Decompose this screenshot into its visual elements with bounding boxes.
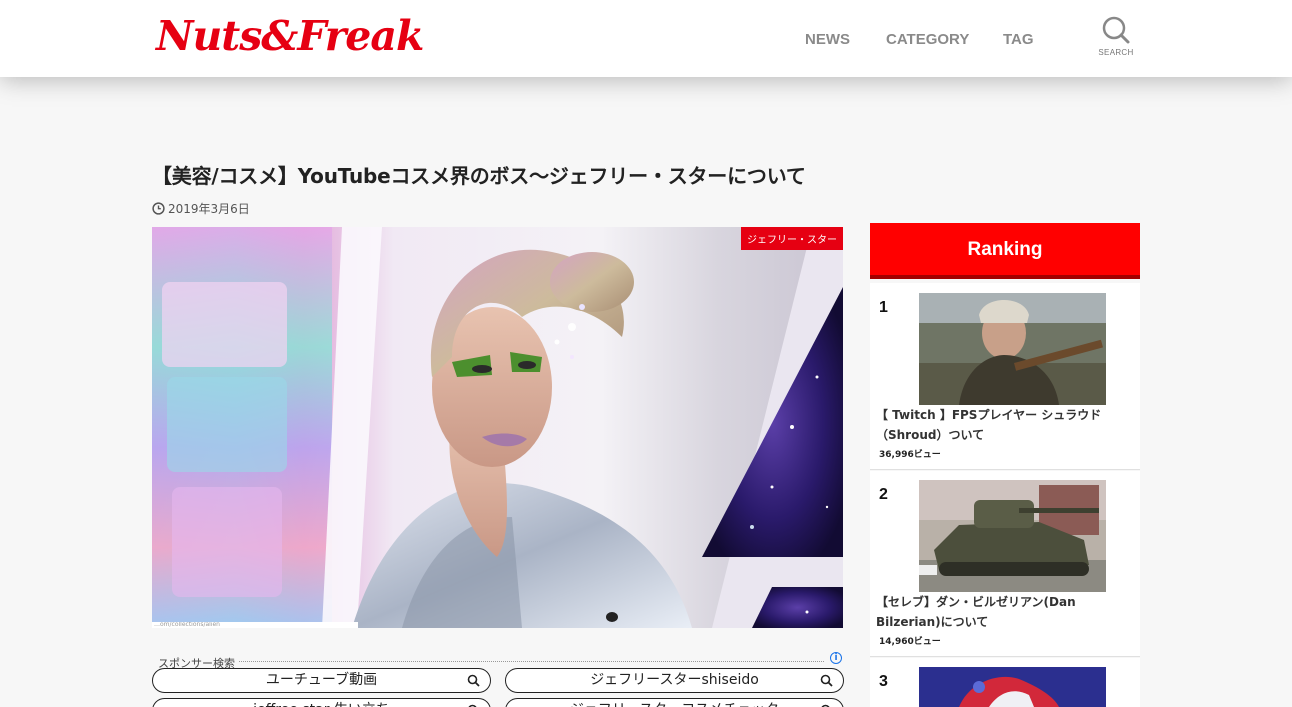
image-caption: …om/collections/alien (152, 622, 358, 628)
rank-number: 2 (879, 486, 888, 503)
ranking-item-1[interactable]: 1 【 Twitch 】FPSプレイヤー シュラウド（Shroud）ついて 36… (870, 283, 1140, 470)
ranking-title-2[interactable]: 【セレブ】ダン・ビルゼリアン(Dan Bilzerian)について (876, 592, 1138, 632)
sponsor-search-2[interactable]: ジェフリースターshiseido (505, 668, 844, 693)
search-button[interactable]: SEARCH (1094, 16, 1138, 64)
site-logo[interactable]: Nuts&Freak (156, 12, 424, 60)
info-icon[interactable]: i (830, 652, 842, 664)
sponsor-search-label: ジェフリースターコスメチェック (570, 699, 779, 707)
article-date: 2019年3月6日 (152, 200, 250, 217)
nav-tag[interactable]: TAG (1003, 31, 1034, 48)
ranking-thumbnail-1[interactable] (919, 293, 1106, 405)
search-icon (1102, 16, 1130, 44)
article-date-text: 2019年3月6日 (168, 202, 250, 216)
ranking-item-2[interactable]: 2 【セレブ】ダン・ビルゼリアン(Dan Bilzerian)について 14,9… (870, 471, 1140, 657)
search-label: SEARCH (1098, 48, 1134, 57)
nav-news[interactable]: NEWS (805, 31, 850, 48)
ranking-thumbnail-2[interactable] (919, 480, 1106, 592)
ranking-title-1[interactable]: 【 Twitch 】FPSプレイヤー シュラウド（Shroud）ついて (876, 405, 1138, 445)
sponsor-search-label: ジェフリースターshiseido (590, 672, 759, 688)
article-hero-image: ジェフリー・スター …om/collections/alien (152, 227, 843, 628)
clock-icon (152, 202, 165, 215)
rank-number: 3 (879, 673, 888, 690)
article-title: 【美容/コスメ】YouTubeコスメ界のボス〜ジェフリー・スターについて (152, 164, 806, 188)
site-header: Nuts&Freak NEWS CATEGORY TAG SEARCH (0, 0, 1292, 77)
ranking-item-3[interactable]: 3 (870, 658, 1140, 707)
sponsor-search-1[interactable]: ユーチューブ動画 (152, 668, 491, 693)
search-icon (820, 674, 833, 687)
sponsor-search-3[interactable]: jeffree star 生い立ち (152, 698, 491, 707)
category-badge[interactable]: ジェフリー・スター (741, 227, 843, 250)
ranking-views-1: 36,996ビュー (879, 450, 941, 460)
ranking-views-2: 14,960ビュー (879, 637, 941, 647)
sponsor-divider (238, 661, 824, 662)
search-icon (467, 674, 480, 687)
rank-number: 1 (879, 299, 888, 316)
sponsor-search-label: jeffree star 生い立ち (253, 699, 390, 707)
ranking-thumbnail-3[interactable] (919, 667, 1106, 707)
ranking-heading: Ranking (870, 223, 1140, 279)
sponsor-search-4[interactable]: ジェフリースターコスメチェック (505, 698, 844, 707)
nav-category[interactable]: CATEGORY (886, 31, 969, 48)
sponsor-search-label: ユーチューブ動画 (265, 672, 378, 688)
